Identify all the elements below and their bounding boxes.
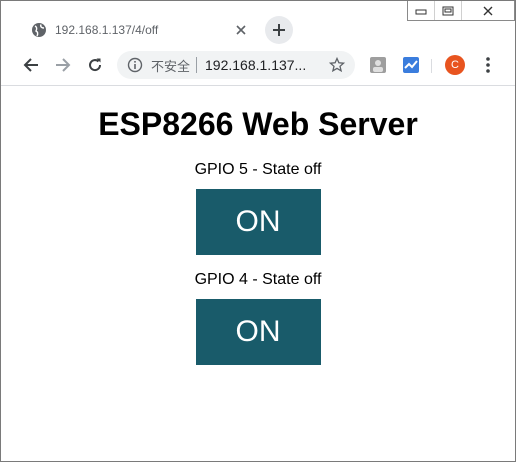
info-icon[interactable] xyxy=(127,57,143,73)
window-controls xyxy=(407,1,515,21)
restore-icon[interactable] xyxy=(435,1,462,20)
extension-button-1[interactable] xyxy=(364,51,392,79)
extension-button-2[interactable] xyxy=(397,51,425,79)
close-icon[interactable] xyxy=(233,22,249,38)
minimize-icon[interactable] xyxy=(408,1,435,20)
back-button[interactable] xyxy=(17,51,45,79)
toolbar-separator xyxy=(431,59,432,73)
gpio5-state-text: GPIO 5 - State off xyxy=(194,161,322,178)
browser-toolbar: 不安全 192.168.1.137... C xyxy=(1,45,515,86)
forward-button[interactable] xyxy=(49,51,77,79)
gpio5-on-button[interactable]: ON xyxy=(195,189,321,255)
more-vert-icon xyxy=(486,57,490,73)
page-content: ESP8266 Web Server GPIO 5 - State off ON… xyxy=(1,86,515,461)
plus-icon xyxy=(273,24,285,36)
reload-icon xyxy=(89,58,102,72)
security-label: 不安全 xyxy=(151,58,191,74)
browser-window: 192.168.1.137/4/off 不安全 192.168.1.137...… xyxy=(0,0,516,462)
globe-icon xyxy=(32,23,46,37)
tab-title: 192.168.1.137/4/off xyxy=(55,23,159,37)
puzzle-extension-icon xyxy=(370,57,386,73)
address-separator xyxy=(196,57,198,73)
arrow-left-icon xyxy=(23,58,38,72)
address-url: 192.168.1.137... xyxy=(205,57,307,73)
arrow-right-icon xyxy=(56,58,71,72)
tab-strip: 192.168.1.137/4/off xyxy=(1,1,515,45)
chart-extension-icon xyxy=(403,57,419,73)
page-title: ESP8266 Web Server xyxy=(98,106,418,142)
menu-button[interactable] xyxy=(474,51,502,79)
profile-avatar[interactable]: C xyxy=(445,55,465,75)
gpio4-on-button[interactable]: ON xyxy=(195,299,321,365)
gpio4-state-text: GPIO 4 - State off xyxy=(194,271,322,288)
browser-tab[interactable]: 192.168.1.137/4/off xyxy=(19,15,259,45)
star-icon[interactable] xyxy=(329,57,345,73)
address-bar[interactable]: 不安全 192.168.1.137... xyxy=(117,51,355,79)
window-close-icon[interactable] xyxy=(462,1,514,20)
reload-button[interactable] xyxy=(81,51,109,79)
new-tab-button[interactable] xyxy=(265,16,293,44)
